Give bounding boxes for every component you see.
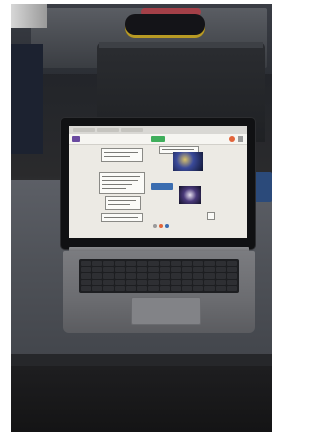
poster [11, 4, 47, 28]
slide-image[interactable] [179, 186, 201, 204]
laptop-lid [61, 118, 255, 249]
menu-icon[interactable] [238, 136, 243, 142]
dark-object-left [11, 44, 43, 154]
chair-top-edge [99, 42, 263, 48]
blue-label[interactable] [151, 183, 173, 190]
slide-card[interactable] [99, 172, 145, 194]
app-logo-icon[interactable] [72, 136, 80, 142]
slide-image[interactable] [173, 152, 203, 171]
browser-tab[interactable] [97, 128, 119, 132]
browser-tab[interactable] [121, 128, 143, 132]
photo [11, 4, 272, 432]
browser-tab-bar[interactable] [69, 126, 247, 134]
record-icon[interactable] [229, 136, 235, 142]
app-toolbar [69, 134, 247, 145]
nav-dot[interactable] [153, 224, 157, 228]
browser-tab[interactable] [73, 128, 95, 132]
touchpad[interactable] [131, 297, 201, 325]
desk-edge [11, 354, 272, 366]
bag [125, 14, 205, 38]
nav-dot[interactable] [159, 224, 163, 228]
nav-dot[interactable] [165, 224, 169, 228]
play-button-icon[interactable] [151, 136, 165, 142]
floor [11, 366, 272, 432]
slide-card[interactable] [101, 148, 143, 162]
laptop-screen[interactable] [69, 126, 247, 238]
slide-card[interactable] [101, 213, 143, 222]
laptop-base [63, 251, 255, 333]
small-icon[interactable] [207, 212, 215, 220]
blue-object [253, 172, 272, 202]
keyboard[interactable] [79, 259, 239, 293]
slide-card[interactable] [105, 196, 141, 210]
